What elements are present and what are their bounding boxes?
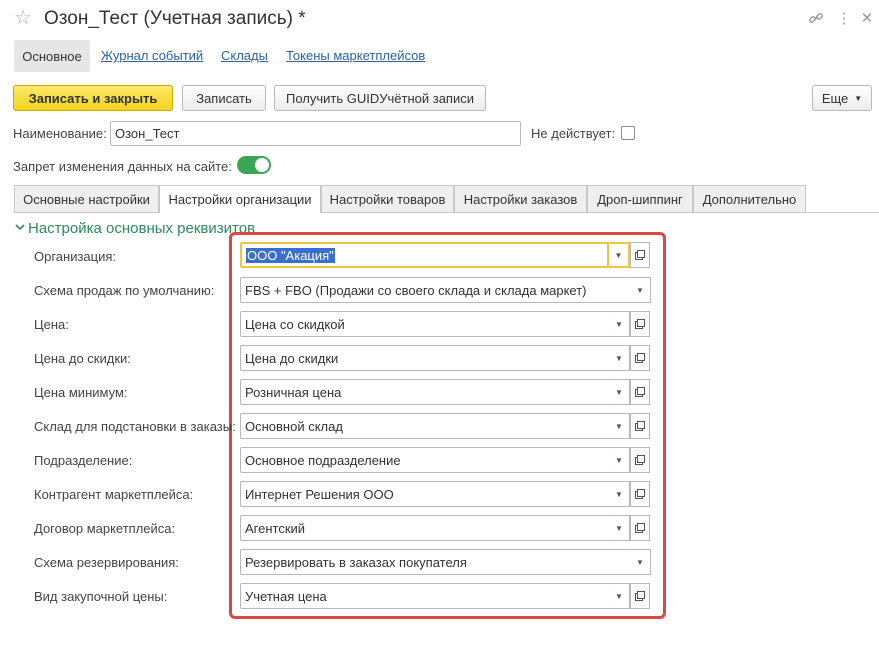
reserve-dropdown-button[interactable]: ▼ — [630, 549, 651, 575]
contract-dropdown-button[interactable]: ▼ — [609, 515, 630, 541]
price-before-label: Цена до скидки: — [34, 351, 131, 366]
price-dropdown-button[interactable]: ▼ — [609, 311, 630, 337]
counterparty-label: Контрагент маркетплейса: — [34, 487, 194, 502]
nav-link-event-log[interactable]: Журнал событий — [101, 48, 203, 63]
tab-basic-settings[interactable]: Основные настройки — [14, 185, 159, 212]
price-before-field[interactable]: Цена до скидки — [240, 345, 610, 371]
contract-label: Договор маркетплейса: — [34, 521, 176, 536]
toggle-knob — [254, 157, 270, 173]
scheme-label: Схема продаж по умолчанию: — [34, 283, 215, 298]
lock-label: Запрет изменения данных на сайте: — [13, 159, 232, 174]
lock-toggle[interactable] — [237, 156, 271, 174]
price-before-dropdown-button[interactable]: ▼ — [609, 345, 630, 371]
price-min-label: Цена минимум: — [34, 385, 128, 400]
tab-order-settings[interactable]: Настройки заказов — [454, 185, 587, 212]
reserve-label: Схема резервирования: — [34, 555, 179, 570]
purchase-price-field[interactable]: Учетная цена — [240, 583, 610, 609]
name-label: Наименование: — [13, 126, 107, 141]
price-open-button[interactable] — [630, 311, 650, 337]
warehouse-field[interactable]: Основной склад — [240, 413, 610, 439]
price-field[interactable]: Цена со скидкой — [240, 311, 610, 337]
open-window-icon — [635, 421, 645, 431]
purchase-price-label: Вид закупочной цены: — [34, 589, 168, 604]
star-icon[interactable]: ☆ — [14, 6, 32, 30]
save-and-close-button[interactable]: Записать и закрыть — [13, 85, 173, 111]
division-label: Подразделение: — [34, 453, 133, 468]
counterparty-field[interactable]: Интернет Решения ООО — [240, 481, 610, 507]
scheme-field[interactable]: FBS + FBO (Продажи со своего склада и ск… — [240, 277, 631, 303]
open-window-icon — [635, 353, 645, 363]
org-label: Организация: — [34, 249, 117, 264]
org-field[interactable]: ООО "Акация" — [240, 242, 609, 268]
warehouse-label: Склад для подстановки в заказы: — [34, 419, 236, 434]
tab-org-settings[interactable]: Настройки организации — [159, 185, 321, 213]
nav-tab-main[interactable]: Основное — [14, 40, 90, 72]
contract-open-button[interactable] — [630, 515, 650, 541]
more-button[interactable]: Еще ▼ — [812, 85, 872, 111]
window-title: Озон_Тест (Учетная запись) * — [44, 8, 306, 29]
purchase-price-open-button[interactable] — [630, 583, 650, 609]
open-window-icon — [635, 319, 645, 329]
open-window-icon — [635, 455, 645, 465]
org-dropdown-button[interactable]: ▼ — [609, 242, 630, 268]
nav-link-warehouses[interactable]: Склады — [221, 48, 268, 63]
purchase-price-dropdown-button[interactable]: ▼ — [609, 583, 630, 609]
counterparty-open-button[interactable] — [630, 481, 650, 507]
tab-additional[interactable]: Дополнительно — [693, 185, 806, 212]
division-field[interactable]: Основное подразделение — [240, 447, 610, 473]
open-window-icon — [635, 387, 645, 397]
tab-dropshipping[interactable]: Дроп-шиппинг — [587, 185, 693, 212]
division-dropdown-button[interactable]: ▼ — [609, 447, 630, 473]
chevron-down-icon: ▼ — [854, 93, 863, 103]
link-icon[interactable] — [806, 8, 826, 28]
inactive-checkbox[interactable] — [621, 126, 635, 140]
price-label: Цена: — [34, 317, 69, 332]
save-button[interactable]: Записать — [182, 85, 266, 111]
more-vertical-icon[interactable]: ⋮ — [834, 8, 854, 28]
price-min-dropdown-button[interactable]: ▼ — [609, 379, 630, 405]
warehouse-open-button[interactable] — [630, 413, 650, 439]
price-min-open-button[interactable] — [630, 379, 650, 405]
name-input[interactable]: Озон_Тест — [110, 121, 521, 146]
nav-link-tokens[interactable]: Токены маркетплейсов — [286, 48, 425, 63]
close-icon[interactable]: ✕ — [857, 8, 877, 28]
org-open-button[interactable] — [630, 242, 650, 268]
tab-product-settings[interactable]: Настройки товаров — [321, 185, 454, 212]
more-label: Еще — [821, 90, 849, 106]
tab-divider — [14, 212, 879, 213]
open-window-icon — [635, 250, 645, 260]
inactive-label: Не действует: — [531, 126, 616, 141]
price-before-open-button[interactable] — [630, 345, 650, 371]
counterparty-dropdown-button[interactable]: ▼ — [609, 481, 630, 507]
contract-field[interactable]: Агентский — [240, 515, 610, 541]
division-open-button[interactable] — [630, 447, 650, 473]
reserve-field[interactable]: Резервировать в заказах покупателя — [240, 549, 631, 575]
open-window-icon — [635, 523, 645, 533]
section-title[interactable]: Настройка основных реквизитов — [28, 220, 255, 237]
price-min-field[interactable]: Розничная цена — [240, 379, 610, 405]
org-value: ООО "Акация" — [246, 247, 335, 263]
scheme-dropdown-button[interactable]: ▼ — [630, 277, 651, 303]
chevron-down-icon[interactable] — [14, 220, 28, 236]
warehouse-dropdown-button[interactable]: ▼ — [609, 413, 630, 439]
get-guid-button[interactable]: Получить GUIDУчётной записи — [274, 85, 486, 111]
open-window-icon — [635, 591, 645, 601]
open-window-icon — [635, 489, 645, 499]
